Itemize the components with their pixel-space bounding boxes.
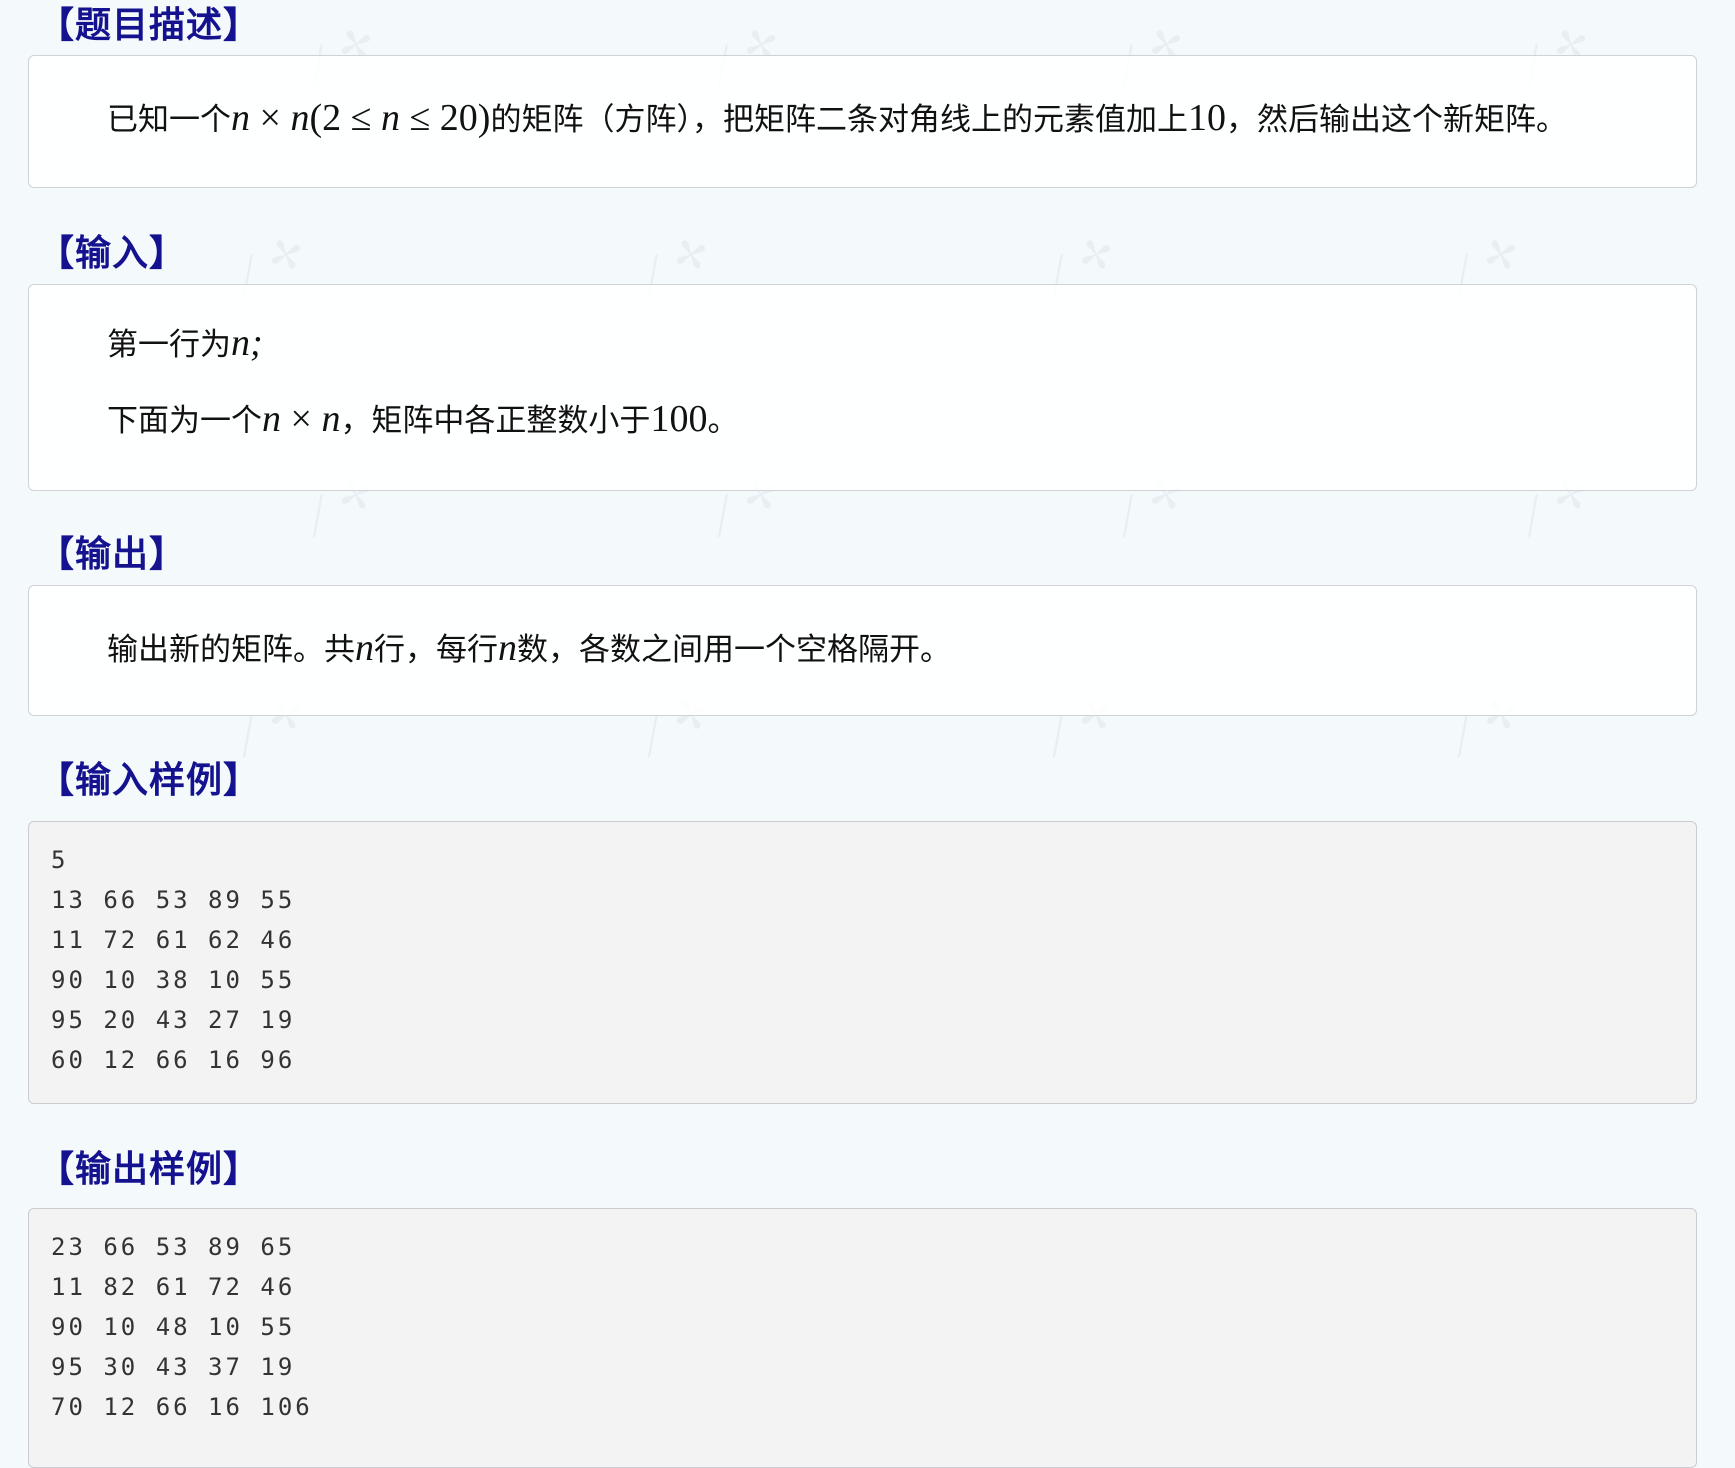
sample-input-line: 11 72 61 62 46 (51, 926, 296, 954)
sample-output-line: 90 10 48 10 55 (51, 1313, 296, 1341)
section-title-sample-input: 【输入样例】 (38, 760, 261, 801)
section-title-sample-output: 【输出样例】 (38, 1149, 261, 1190)
description-panel: 已知一个n × n(2 ≤ n ≤ 20)的矩阵（方阵），把矩阵二条对角线上的元… (28, 55, 1697, 188)
output-text: 输出新的矩阵。共n行，每行n数，各数之间用一个空格隔开。 (107, 627, 951, 669)
section-title-output: 【输出】 (38, 534, 187, 575)
sample-input-codeblock[interactable]: 5 13 66 53 89 55 11 72 61 62 46 90 10 38… (28, 821, 1697, 1104)
sample-output-line: 95 30 43 37 19 (51, 1353, 296, 1381)
input-panel: 第一行为n; 下面为一个n × n，矩阵中各正整数小于100。 (28, 284, 1697, 491)
input-line-1: 第一行为n; (107, 322, 263, 364)
description-text: 已知一个n × n(2 ≤ n ≤ 20)的矩阵（方阵），把矩阵二条对角线上的元… (107, 97, 1567, 139)
sample-output-line: 11 82 61 72 46 (51, 1273, 296, 1301)
sample-output-line: 70 12 66 16 106 (51, 1393, 313, 1421)
section-title-input: 【输入】 (38, 233, 187, 274)
output-panel: 输出新的矩阵。共n行，每行n数，各数之间用一个空格隔开。 (28, 585, 1697, 716)
section-title-description: 【题目描述】 (38, 5, 261, 46)
input-line-2: 下面为一个n × n，矩阵中各正整数小于100。 (107, 398, 739, 440)
sample-input-line: 95 20 43 27 19 (51, 1006, 296, 1034)
sample-input-line: 90 10 38 10 55 (51, 966, 296, 994)
sample-output-line: 23 66 53 89 65 (51, 1233, 296, 1261)
sample-input-line: 60 12 66 16 96 (51, 1046, 296, 1074)
sample-input-line: 5 (51, 846, 69, 874)
sample-input-line: 13 66 53 89 55 (51, 886, 296, 914)
sample-output-codeblock[interactable]: 23 66 53 89 65 11 82 61 72 46 90 10 48 1… (28, 1208, 1697, 1468)
